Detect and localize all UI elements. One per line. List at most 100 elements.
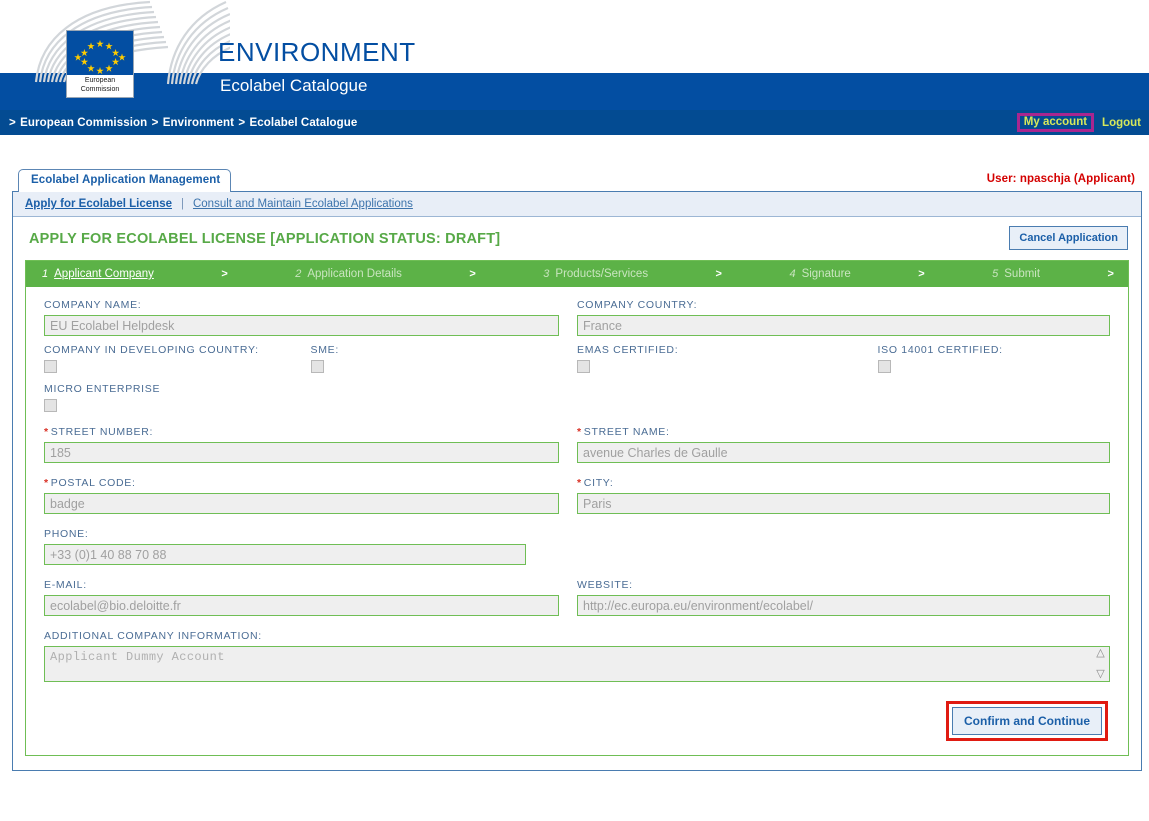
subnav-item-consult-and-maintain[interactable]: Consult and Maintain Ecolabel Applicatio… bbox=[193, 198, 413, 210]
sub-navigation: Apply for Ecolabel License | Consult and… bbox=[13, 192, 1141, 217]
city-label-text: CITY: bbox=[583, 477, 614, 489]
step-4-label: Signature bbox=[801, 268, 851, 280]
sme-label: SME: bbox=[310, 344, 339, 356]
logo-caption-line1: European bbox=[84, 77, 116, 84]
additional-info-label: ADDITIONAL COMPANY INFORMATION: bbox=[44, 630, 262, 642]
developing-country-label: COMPANY IN DEVELOPING COUNTRY: bbox=[44, 344, 259, 356]
breadcrumb-separator-0: > bbox=[9, 116, 16, 129]
my-account-highlight: My account bbox=[1016, 112, 1095, 133]
field-sme: SME: bbox=[310, 344, 578, 373]
postal-code-input[interactable] bbox=[44, 493, 559, 514]
breadcrumb-bar: > European Commission > Environment > Ec… bbox=[0, 110, 1149, 135]
company-country-input[interactable] bbox=[577, 315, 1110, 336]
confirm-and-continue-button[interactable]: Confirm and Continue bbox=[952, 707, 1102, 735]
step-wizard: 1 Applicant Company > 2 Application Deta… bbox=[26, 261, 1128, 287]
breadcrumb-item-environment[interactable]: Environment bbox=[163, 117, 234, 129]
confirm-button-highlight: Confirm and Continue bbox=[946, 701, 1108, 741]
developing-country-checkbox[interactable] bbox=[44, 360, 57, 373]
step-arrow-1: > bbox=[221, 268, 228, 280]
breadcrumb-separator-1: > bbox=[151, 116, 159, 129]
email-input[interactable] bbox=[44, 595, 559, 616]
logout-link[interactable]: Logout bbox=[1098, 117, 1141, 129]
field-developing-country: COMPANY IN DEVELOPING COUNTRY: bbox=[44, 344, 311, 373]
phone-label: PHONE: bbox=[44, 528, 89, 540]
postal-code-label-text: POSTAL CODE: bbox=[50, 477, 136, 489]
micro-enterprise-checkbox[interactable] bbox=[44, 399, 57, 412]
additional-info-wrap: Applicant Dummy Account △ ▽ bbox=[44, 646, 1110, 687]
city-required-marker: * bbox=[577, 477, 582, 489]
row-micro-enterprise: MICRO ENTERPRISE bbox=[44, 383, 1110, 412]
phone-input[interactable] bbox=[44, 544, 526, 565]
eu-flag-icon bbox=[67, 31, 133, 75]
field-website: WEBSITE: bbox=[577, 579, 1110, 616]
step-arrow-4: > bbox=[918, 268, 925, 280]
street-name-label-text: STREET NAME: bbox=[583, 426, 670, 438]
step-2-application-details[interactable]: 2 Application Details bbox=[295, 268, 402, 280]
street-name-required-marker: * bbox=[577, 426, 582, 438]
main-panel: Apply for Ecolabel License | Consult and… bbox=[12, 191, 1142, 771]
city-input[interactable] bbox=[577, 493, 1110, 514]
step-1-number: 1 bbox=[42, 268, 49, 280]
website-input[interactable] bbox=[577, 595, 1110, 616]
tab-strip: Ecolabel Application Management bbox=[12, 169, 1142, 192]
subnav-separator: | bbox=[180, 198, 184, 210]
logo-caption: European Commission bbox=[67, 75, 133, 97]
street-name-label: * STREET NAME: bbox=[577, 426, 1110, 438]
panel-body: APPLY FOR ECOLABEL LICENSE [APPLICATION … bbox=[13, 217, 1141, 770]
row-email-website: E-MAIL: WEBSITE: bbox=[44, 579, 1110, 616]
step-3-products-services[interactable]: 3 Products/Services bbox=[543, 268, 648, 280]
step-4-signature[interactable]: 4 Signature bbox=[789, 268, 850, 280]
emas-certified-label: EMAS CERTIFIED: bbox=[577, 344, 679, 356]
field-street-number: * STREET NUMBER: bbox=[44, 426, 577, 463]
field-company-country: COMPANY COUNTRY: bbox=[577, 299, 1110, 336]
website-label: WEBSITE: bbox=[577, 579, 633, 591]
user-links: My account Logout bbox=[1016, 112, 1141, 133]
ec-header: European Commission ENVIRONMENT Ecolabel… bbox=[0, 0, 1149, 110]
step-3-label: Products/Services bbox=[555, 268, 649, 280]
field-iso-certified: ISO 14001 CERTIFIED: bbox=[844, 344, 1111, 373]
row-postal-city: *POSTAL CODE: *CITY: bbox=[44, 477, 1110, 514]
iso-certified-label: ISO 14001 CERTIFIED: bbox=[877, 344, 1003, 356]
breadcrumb: > European Commission > Environment > Ec… bbox=[8, 117, 357, 129]
additional-info-textarea[interactable]: Applicant Dummy Account bbox=[44, 646, 1110, 682]
breadcrumb-item-european-commission[interactable]: European Commission bbox=[20, 117, 147, 129]
my-account-link[interactable]: My account bbox=[1024, 116, 1087, 128]
field-emas-certified: EMAS CERTIFIED: bbox=[577, 344, 844, 373]
company-name-input[interactable] bbox=[44, 315, 559, 336]
subnav-item-apply-for-ecolabel-license[interactable]: Apply for Ecolabel License bbox=[25, 198, 172, 210]
step-1-applicant-company[interactable]: 1 Applicant Company bbox=[42, 268, 154, 280]
iso-certified-checkbox[interactable] bbox=[877, 360, 891, 373]
street-name-input[interactable] bbox=[577, 442, 1110, 463]
step-1-label: Applicant Company bbox=[54, 268, 154, 280]
street-number-label: * STREET NUMBER: bbox=[44, 426, 559, 438]
emas-certified-checkbox[interactable] bbox=[577, 360, 590, 373]
tab-ecolabel-application-management[interactable]: Ecolabel Application Management bbox=[18, 169, 232, 192]
breadcrumb-item-ecolabel-catalogue[interactable]: Ecolabel Catalogue bbox=[250, 117, 358, 129]
step-5-submit[interactable]: 5 Submit bbox=[992, 268, 1040, 280]
row-company: COMPANY NAME: COMPANY COUNTRY: bbox=[44, 299, 1110, 336]
company-country-label: COMPANY COUNTRY: bbox=[577, 299, 698, 311]
step-4-number: 4 bbox=[789, 268, 796, 280]
street-number-required-marker: * bbox=[44, 426, 49, 438]
step-3-number: 3 bbox=[543, 268, 550, 280]
field-city: * CITY: bbox=[577, 477, 1110, 514]
row-checkboxes: COMPANY IN DEVELOPING COUNTRY: SME: EMAS… bbox=[44, 344, 1110, 373]
field-email: E-MAIL: bbox=[44, 579, 577, 616]
postal-code-required-marker: * bbox=[44, 477, 49, 489]
field-postal-code: * POSTAL CODE: bbox=[44, 477, 577, 514]
row-phone: PHONE: bbox=[44, 528, 1110, 565]
cancel-application-button[interactable]: Cancel Application bbox=[1009, 226, 1128, 250]
street-number-label-text: STREET NUMBER: bbox=[50, 426, 154, 438]
street-number-input[interactable] bbox=[44, 442, 559, 463]
application-area: User: npaschja (Applicant) Ecolabel Appl… bbox=[0, 135, 1149, 771]
breadcrumb-separator-2: > bbox=[238, 116, 246, 129]
step-arrow-5: > bbox=[1107, 268, 1114, 280]
field-micro-enterprise: MICRO ENTERPRISE bbox=[44, 383, 311, 412]
phone-row-spacer bbox=[577, 528, 1110, 565]
step-5-label: Submit bbox=[1004, 268, 1041, 280]
row-additional-info: ADDITIONAL COMPANY INFORMATION: Applican… bbox=[44, 630, 1110, 687]
sme-checkbox[interactable] bbox=[310, 360, 324, 373]
field-company-name: COMPANY NAME: bbox=[44, 299, 577, 336]
page-title: APPLY FOR ECOLABEL LICENSE [APPLICATION … bbox=[29, 231, 501, 247]
confirm-zone: Confirm and Continue bbox=[44, 687, 1110, 747]
